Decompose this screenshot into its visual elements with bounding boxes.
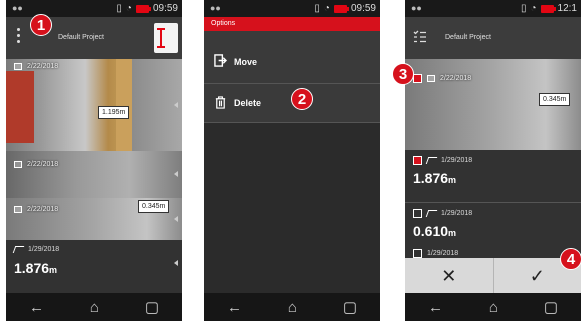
system-nav-bar: ← ⌂ ▢ — [405, 293, 581, 321]
phone-screen-options: ●● ▯ ◔ 09:59 Options Move Delete ← ⌂ ▢ — [204, 0, 380, 321]
wifi-icon: ◔ — [530, 3, 537, 14]
recent-apps-icon[interactable]: ▢ — [145, 298, 159, 316]
callout-badge-2: 2 — [291, 88, 313, 110]
home-icon[interactable]: ⌂ — [90, 299, 99, 316]
select-list-icon[interactable] — [413, 30, 427, 44]
wifi-icon: ◔ — [125, 3, 132, 14]
photo-detail — [116, 59, 132, 151]
line-measure-icon — [425, 157, 438, 164]
project-title: Default Project — [58, 34, 104, 41]
chevron-left-icon[interactable] — [174, 171, 178, 177]
item-date: 2/22/2018 — [6, 157, 58, 171]
photo-item[interactable]: 2/22/2018 1.195m — [6, 59, 182, 151]
options-header: Options — [204, 17, 380, 31]
measurement-tag: 0.345m — [138, 200, 170, 213]
app-toolbar: Default Project — [405, 17, 581, 59]
menu-item-move[interactable]: Move — [204, 31, 380, 89]
signal-icon: ▯ — [520, 3, 527, 14]
chevron-left-icon[interactable] — [174, 260, 178, 266]
battery-icon — [135, 4, 151, 13]
notification-icon: ●● — [12, 3, 23, 13]
measurement-value: 1.876m — [14, 260, 58, 276]
menu-item-label: Delete — [234, 98, 262, 108]
system-nav-bar: ← ⌂ ▢ — [6, 293, 182, 321]
status-bar: ●● ▯ ◔ 09:59 — [204, 0, 380, 17]
clock: 12:1 — [557, 3, 577, 14]
checkbox-checked[interactable] — [413, 156, 422, 165]
measurement-tag: 0.345m — [539, 93, 571, 106]
callout-badge-1: 1 — [30, 14, 52, 36]
menu-item-label: Move — [234, 57, 258, 67]
list-item[interactable]: 1/29/2018 1.876m — [6, 240, 182, 293]
checkbox-unchecked[interactable] — [413, 249, 422, 258]
photo-item[interactable]: 2/22/2018 0.345m — [405, 59, 581, 150]
callout-badge-3: 3 — [392, 63, 414, 85]
notification-icon: ●● — [210, 3, 221, 13]
selection-action-bar: ✕ ✓ — [405, 258, 581, 294]
measure-mode-button[interactable] — [154, 23, 178, 53]
item-date: 1/29/2018 — [413, 156, 472, 165]
recent-apps-icon[interactable]: ▢ — [343, 298, 357, 316]
checkbox-checked[interactable] — [413, 73, 422, 83]
signal-icon: ▯ — [314, 3, 320, 14]
measure-bar-icon — [160, 28, 162, 48]
status-bar: ●● ▯ ◔ 09:59 — [6, 0, 182, 17]
list-item[interactable]: 1/29/2018 1.876m — [405, 150, 581, 202]
image-icon — [14, 160, 22, 168]
system-nav-bar: ← ⌂ ▢ — [204, 293, 380, 321]
item-date: 1/29/2018 — [413, 249, 458, 258]
phone-screen-select: ●● ▯ ◔ 12:1 Default Project 2/22/2018 0.… — [405, 0, 581, 321]
image-icon — [427, 74, 435, 82]
item-date: 1/29/2018 — [413, 209, 472, 218]
project-title: Default Project — [445, 34, 491, 41]
notification-icon: ●● — [411, 3, 422, 13]
cancel-button[interactable]: ✕ — [405, 258, 494, 294]
phone-screen-gallery: ●● ▯ ◔ 09:59 Default Project 2/22/2018 1… — [6, 0, 182, 321]
line-measure-icon — [12, 246, 25, 253]
wifi-icon: ◔ — [323, 3, 330, 14]
battery-icon — [333, 4, 349, 13]
back-icon[interactable]: ← — [227, 299, 242, 316]
chevron-left-icon[interactable] — [174, 216, 178, 222]
callout-badge-4: 4 — [560, 248, 582, 270]
measurement-value: 1.876m — [413, 170, 457, 186]
item-date: 2/22/2018 — [405, 71, 471, 85]
clock: 09:59 — [350, 3, 376, 14]
checkbox-unchecked[interactable] — [413, 209, 422, 218]
photo-item[interactable]: 2/22/2018 0.345m — [6, 198, 182, 240]
measure-arrow-icon — [157, 46, 165, 48]
battery-icon — [540, 4, 556, 13]
image-icon — [14, 62, 22, 70]
overflow-menu-icon[interactable] — [14, 28, 22, 43]
divider — [204, 122, 380, 123]
status-bar: ●● ▯ ◔ 12:1 — [405, 0, 581, 17]
photo-item[interactable]: 2/22/2018 — [6, 151, 182, 198]
move-icon — [214, 54, 227, 67]
list-item[interactable]: 1/29/2018 0.610m — [405, 203, 581, 249]
item-date: 1/29/2018 — [12, 246, 59, 253]
chevron-left-icon[interactable] — [174, 102, 178, 108]
photo-detail — [6, 71, 34, 143]
signal-icon: ▯ — [116, 3, 122, 14]
back-icon[interactable]: ← — [428, 299, 443, 316]
list-item[interactable]: 1/29/2018 — [405, 249, 581, 258]
back-icon[interactable]: ← — [29, 299, 44, 316]
recent-apps-icon[interactable]: ▢ — [544, 298, 558, 316]
home-icon[interactable]: ⌂ — [489, 299, 498, 316]
measurement-value: 0.610m — [413, 223, 457, 239]
image-icon — [14, 205, 22, 213]
measurement-tag: 1.195m — [98, 106, 130, 119]
trash-icon — [215, 96, 226, 109]
item-date: 2/22/2018 — [6, 59, 58, 73]
clock: 09:59 — [152, 3, 178, 14]
slope-measure-icon — [425, 210, 438, 217]
item-date: 2/22/2018 — [6, 202, 58, 216]
home-icon[interactable]: ⌂ — [288, 299, 297, 316]
